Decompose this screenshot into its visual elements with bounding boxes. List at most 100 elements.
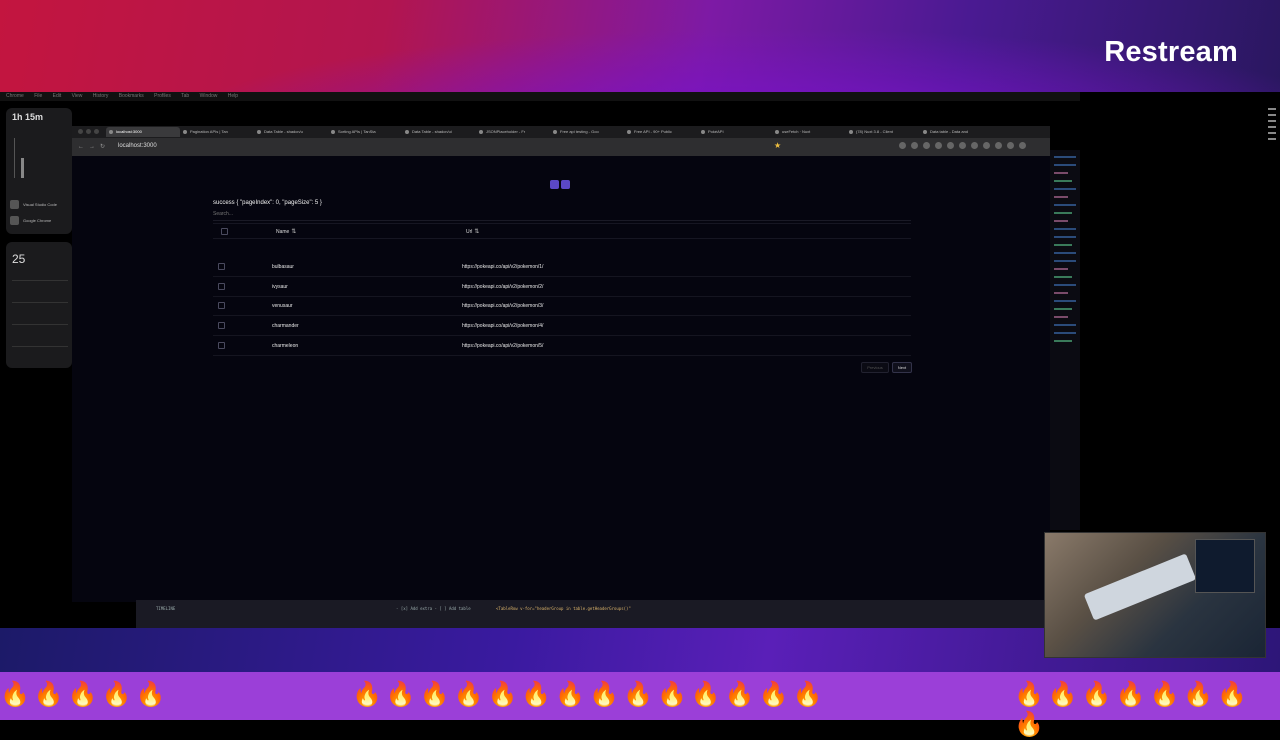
nuxt-icon <box>550 180 559 189</box>
extension-icon[interactable] <box>971 142 978 149</box>
bookmark-star-icon[interactable]: ★ <box>774 141 781 150</box>
nuxt-devtools-badge[interactable] <box>550 180 572 189</box>
minimize-window-button[interactable] <box>86 129 91 134</box>
tab-pagination-apis[interactable]: Pagination APIs | Tan <box>180 127 254 137</box>
extension-icon[interactable] <box>1007 142 1014 149</box>
cell-url: https://pokeapi.co/api/v2/pokemon/1/ <box>462 264 544 270</box>
tab-data-table-shadcn-2[interactable]: Data Table - shadcn/ui <box>402 127 476 137</box>
app-usage-list: Visual Studio Code Google Chrome <box>6 196 72 236</box>
tab-free-api-testing[interactable]: Free api testing - Goo <box>550 127 624 137</box>
fire-emoji-right: 🔥🔥🔥🔥🔥🔥🔥🔥 <box>1014 681 1252 738</box>
tab-data-table[interactable]: Data table - Data and <box>920 127 994 137</box>
maximize-window-button[interactable] <box>94 129 99 134</box>
tab-strip: localhost:3000 Pagination APIs | Tan Dat… <box>72 126 1050 138</box>
sort-icon: ⇅ <box>291 229 297 235</box>
reload-icon[interactable]: ↻ <box>100 144 110 150</box>
webcam-feed <box>1044 532 1266 658</box>
next-button[interactable]: Next <box>892 362 912 373</box>
forward-icon[interactable]: → <box>89 144 100 150</box>
tab-favicon-icon <box>923 130 927 134</box>
divider <box>12 302 68 303</box>
tab-favicon-icon <box>183 130 187 134</box>
menubar-item[interactable]: Tab <box>181 93 189 99</box>
tab-free-api[interactable]: Free API - 90+ Public <box>624 127 698 137</box>
menubar-item[interactable]: View <box>72 93 83 99</box>
tab-usefetch-nuxt[interactable]: useFetch · Nuxt <box>772 127 846 137</box>
page-content: success { "pageIndex": 0, "pageSize": 5 … <box>72 156 1050 602</box>
keyboard-image <box>1083 553 1197 621</box>
tab-favicon-icon <box>405 130 409 134</box>
cell-name: venusaur <box>272 303 293 309</box>
menubar-item[interactable]: Bookmarks <box>119 93 144 99</box>
cell-url: https://pokeapi.co/api/v2/pokemon/2/ <box>462 284 544 290</box>
profile-avatar[interactable] <box>1019 142 1026 149</box>
table-row: charmeleon https://pokeapi.co/api/v2/pok… <box>213 336 911 356</box>
extension-icon[interactable] <box>995 142 1002 149</box>
menubar-item[interactable]: Help <box>228 93 238 99</box>
previous-button[interactable]: Previous <box>861 362 889 373</box>
cell-url: https://pokeapi.co/api/v2/pokemon/4/ <box>462 323 544 329</box>
extension-icon[interactable] <box>899 142 906 149</box>
app-row: Visual Studio Code <box>6 196 72 212</box>
tab-favicon-icon <box>627 130 631 134</box>
menubar-item[interactable]: History <box>93 93 109 99</box>
row-checkbox[interactable] <box>218 283 225 290</box>
search-input[interactable] <box>213 208 911 221</box>
editor-code: <TableRow v-for="headerGroup in table.ge… <box>496 606 631 611</box>
code-editor-sliver <box>1050 150 1080 530</box>
tab-favicon-icon <box>479 130 483 134</box>
extension-icon[interactable] <box>959 142 966 149</box>
cell-name: bulbasaur <box>272 264 294 270</box>
extension-icon[interactable] <box>935 142 942 149</box>
cell-url: https://pokeapi.co/api/v2/pokemon/5/ <box>462 343 544 349</box>
column-header-name[interactable]: Name ⇅ <box>276 228 296 235</box>
menubar-item[interactable]: Chrome <box>6 93 24 99</box>
calendar-widget: 25 <box>6 242 72 368</box>
tab-localhost[interactable]: localhost:3000 <box>106 127 180 137</box>
address-bar[interactable]: localhost:3000 <box>118 143 157 149</box>
extension-icon[interactable] <box>923 142 930 149</box>
menubar-item[interactable]: Profiles <box>154 93 171 99</box>
tab-favicon-icon <box>109 130 113 134</box>
editor-outline: TIMELINE <box>156 606 176 611</box>
sort-icon: ⇅ <box>474 229 480 235</box>
cell-name: charmeleon <box>272 343 299 349</box>
side-indicators <box>1268 104 1276 164</box>
close-window-button[interactable] <box>78 129 83 134</box>
row-checkbox[interactable] <box>218 322 225 329</box>
tab-favicon-icon <box>701 130 705 134</box>
restream-logo: Restream <box>1104 36 1238 68</box>
rocket-icon <box>561 180 570 189</box>
window-controls <box>78 129 102 134</box>
tab-nuxt-client[interactable]: (78) Nuxt 3.8 - Client <box>846 127 920 137</box>
row-checkbox[interactable] <box>218 302 225 309</box>
column-header-url[interactable]: Url ⇅ <box>466 228 479 235</box>
extension-icon[interactable] <box>911 142 918 149</box>
chrome-window: localhost:3000 Pagination APIs | Tan Dat… <box>72 126 1050 602</box>
tab-jsonplaceholder[interactable]: JSONPlaceholder - Fr <box>476 127 550 137</box>
back-icon[interactable]: ← <box>78 144 89 150</box>
divider <box>12 280 68 281</box>
tab-data-table-shadcn[interactable]: Data Table - shadcn/u <box>254 127 328 137</box>
select-all-checkbox[interactable] <box>221 228 228 235</box>
tab-favicon-icon <box>849 130 853 134</box>
table-row: venusaur https://pokeapi.co/api/v2/pokem… <box>213 296 911 316</box>
editor-todo: - [x] Add extra - [ ] Add table <box>396 606 471 611</box>
tab-sorting-apis[interactable]: Sorting APIs | TanSta <box>328 127 402 137</box>
menubar-item[interactable]: Window <box>200 93 218 99</box>
tab-favicon-icon <box>775 130 779 134</box>
tab-pokeapi[interactable]: PokéAPI <box>698 127 772 137</box>
nav-buttons: ←→↻ <box>78 143 110 150</box>
extension-icon[interactable] <box>983 142 990 149</box>
menubar-item[interactable]: File <box>34 93 42 99</box>
divider <box>12 324 68 325</box>
tab-favicon-icon <box>257 130 261 134</box>
menubar-item[interactable]: Edit <box>53 93 62 99</box>
row-checkbox[interactable] <box>218 342 225 349</box>
extension-icon[interactable] <box>947 142 954 149</box>
screen-time-value: 1h 15m <box>12 112 44 122</box>
table-row: bulbasaur https://pokeapi.co/api/v2/poke… <box>213 257 911 277</box>
fire-emoji-left: 🔥🔥🔥🔥🔥 <box>0 681 170 708</box>
row-checkbox[interactable] <box>218 263 225 270</box>
table-row: ivysaur https://pokeapi.co/api/v2/pokemo… <box>213 277 911 297</box>
